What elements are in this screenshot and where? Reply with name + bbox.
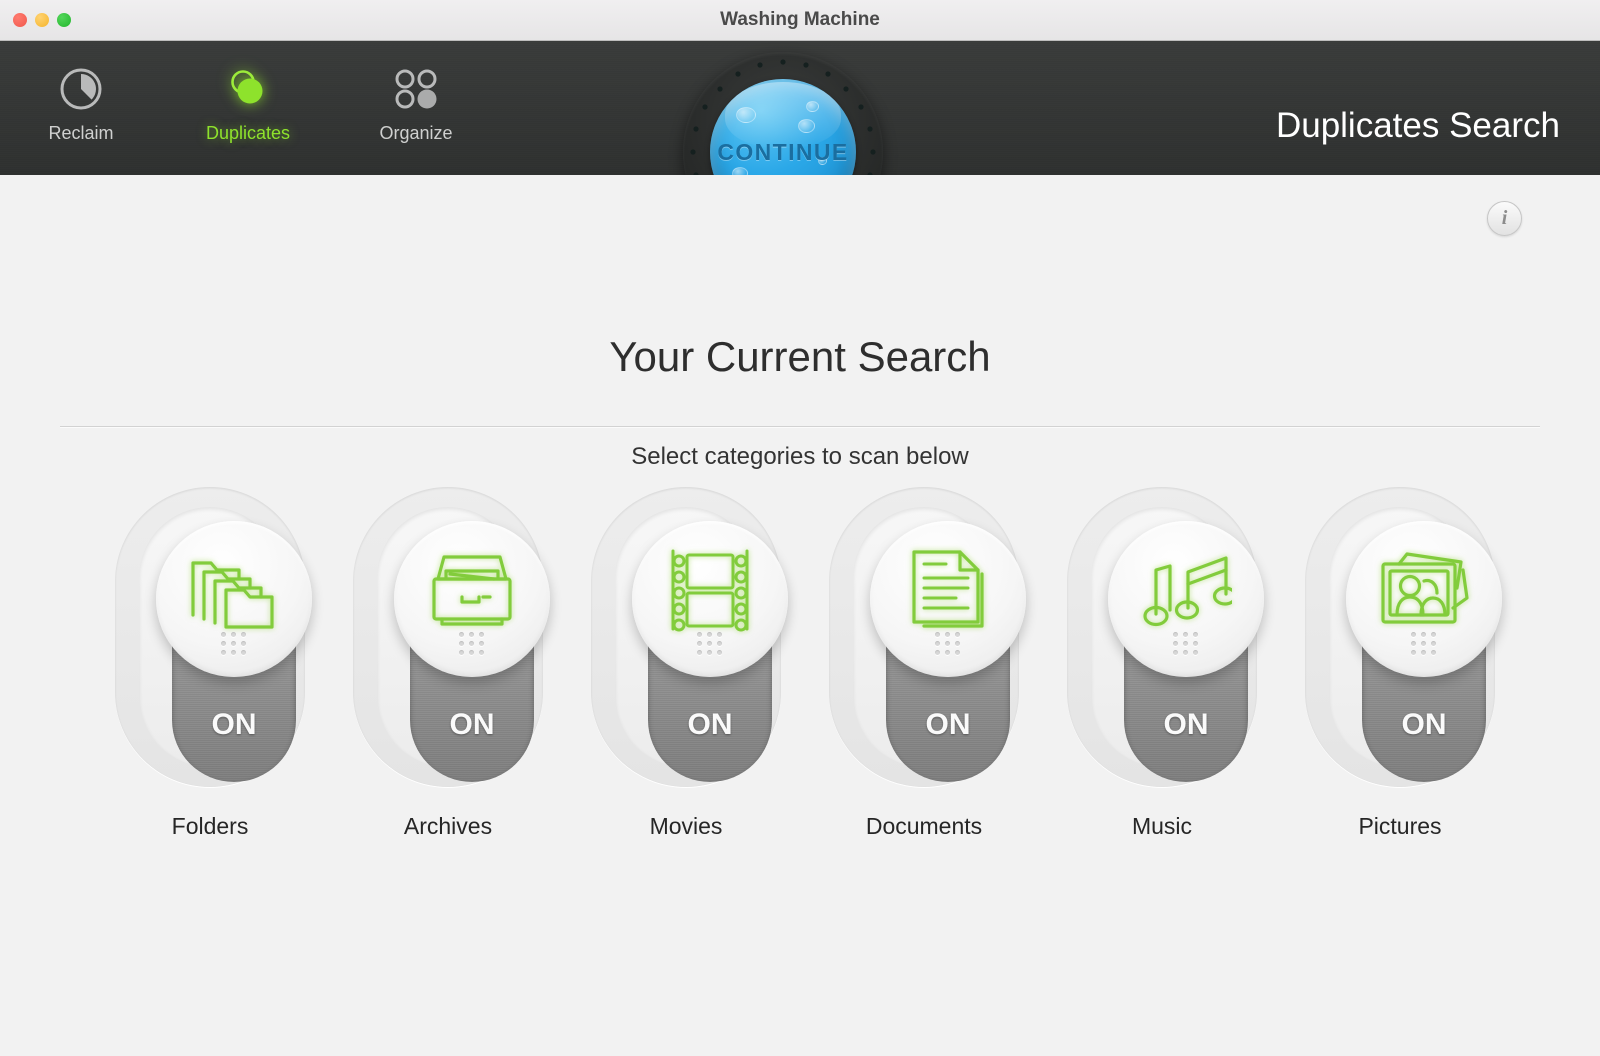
title-bar: Washing Machine (0, 0, 1600, 41)
category-folders: ON Folders (110, 487, 312, 840)
document-page-icon (904, 546, 992, 639)
knob-grip-icon (1411, 632, 1437, 655)
app-window: Washing Machine Reclaim Duplicates Organ… (0, 0, 1600, 1056)
toggle-knob-documents[interactable] (870, 521, 1026, 677)
music-notes-icon (1140, 546, 1238, 639)
info-button[interactable]: i (1487, 201, 1522, 236)
toggle-state-folders: ON (211, 708, 257, 741)
section-subtitle: Select categories to scan below (631, 443, 969, 470)
main-content: i Your Current Search Select categories … (0, 175, 1600, 1056)
toolbar-item-organize[interactable]: Organize (341, 61, 491, 144)
knob-grip-icon (697, 632, 723, 655)
toggle-state-pictures: ON (1401, 708, 1447, 741)
knob-grip-icon (459, 632, 485, 655)
toggle-knob-pictures[interactable] (1346, 521, 1502, 677)
toggle-state-music: ON (1163, 708, 1209, 741)
toggle-movies[interactable]: ON (591, 487, 788, 787)
category-music: ON Music (1062, 487, 1264, 840)
overlapping-circles-icon (173, 61, 323, 117)
page-title: Your Current Search (609, 333, 991, 380)
toggle-music[interactable]: ON (1067, 487, 1264, 787)
section-divider (60, 426, 1540, 427)
category-archives: ON Archives (348, 487, 550, 840)
category-movies: ON Movies (586, 487, 788, 840)
toggle-track: ON (853, 507, 1026, 782)
category-label-folders: Folders (171, 813, 249, 839)
toolbar-label-duplicates: Duplicates (205, 123, 291, 143)
photos-people-icon (1377, 548, 1471, 637)
toggle-knob-folders[interactable] (156, 521, 312, 677)
category-label-movies: Movies (649, 813, 723, 839)
four-circles-grid-icon (341, 61, 491, 117)
clock-icon (6, 61, 156, 117)
toggle-track: ON (615, 507, 788, 782)
film-strip-icon (665, 547, 755, 638)
toggle-state-movies: ON (687, 708, 733, 741)
category-toggle-row: ON Folders ON Archives ON Movies ON Docu… (110, 487, 1502, 840)
toggle-documents[interactable]: ON (829, 487, 1026, 787)
page-header-title: Duplicates Search (1275, 106, 1560, 145)
toolbar-label-organize: Organize (379, 123, 453, 143)
category-documents: ON Documents (824, 487, 1026, 840)
knob-grip-icon (935, 632, 961, 655)
toggle-knob-music[interactable] (1108, 521, 1264, 677)
toolbar-item-reclaim[interactable]: Reclaim (6, 61, 156, 144)
toolbar-label-reclaim: Reclaim (48, 123, 114, 143)
toolbar-item-duplicates[interactable]: Duplicates (173, 61, 323, 144)
toggle-state-archives: ON (449, 708, 495, 741)
toggle-knob-archives[interactable] (394, 521, 550, 677)
toggle-archives[interactable]: ON (353, 487, 550, 787)
toggle-folders[interactable]: ON (115, 487, 312, 787)
toggle-pictures[interactable]: ON (1305, 487, 1502, 787)
knob-grip-icon (1173, 632, 1199, 655)
category-label-music: Music (1131, 813, 1193, 839)
knob-grip-icon (221, 632, 247, 655)
category-label-pictures: Pictures (1358, 813, 1442, 839)
toggle-track: ON (377, 507, 550, 782)
toggle-knob-movies[interactable] (632, 521, 788, 677)
toggle-track: ON (139, 507, 312, 782)
category-label-documents: Documents (865, 813, 983, 839)
category-pictures: ON Pictures (1300, 487, 1502, 840)
archive-box-icon (426, 549, 518, 636)
folders-icon (187, 547, 281, 638)
window-title: Washing Machine (720, 9, 880, 30)
category-label-archives: Archives (403, 813, 493, 839)
toggle-state-documents: ON (925, 708, 971, 741)
toggle-track: ON (1091, 507, 1264, 782)
toggle-track: ON (1329, 507, 1502, 782)
